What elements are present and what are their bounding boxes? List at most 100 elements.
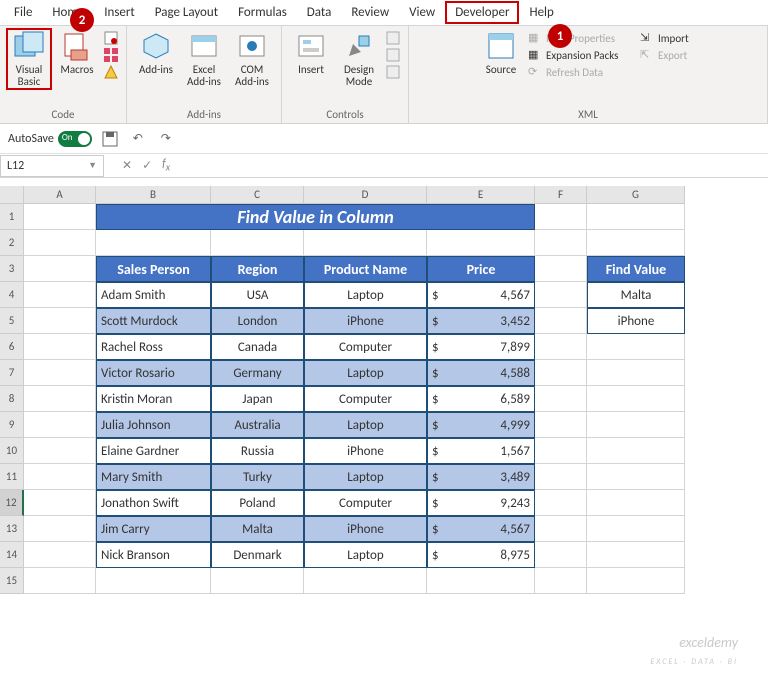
visual-basic-button[interactable]: Visual Basic: [6, 28, 52, 90]
relative-refs-button[interactable]: [102, 47, 120, 63]
cell[interactable]: [24, 438, 96, 464]
cell[interactable]: [24, 256, 96, 282]
table-cell[interactable]: $3,489: [427, 464, 535, 490]
col-header[interactable]: E: [427, 186, 535, 204]
export-button[interactable]: ⇱Export: [638, 47, 698, 63]
cell[interactable]: [24, 464, 96, 490]
row-header[interactable]: 2: [0, 230, 24, 256]
find-header[interactable]: Find Value: [587, 256, 685, 282]
table-cell[interactable]: iPhone: [304, 516, 427, 542]
select-all[interactable]: [0, 186, 24, 204]
cell[interactable]: [211, 568, 304, 594]
table-cell[interactable]: Malta: [211, 516, 304, 542]
find-value[interactable]: Malta: [587, 282, 685, 308]
menu-view[interactable]: View: [399, 1, 445, 24]
table-cell[interactable]: $6,589: [427, 386, 535, 412]
run-dialog-button[interactable]: [384, 64, 402, 80]
cell[interactable]: [535, 464, 587, 490]
addins-button[interactable]: Add-ins: [133, 28, 179, 78]
table-cell[interactable]: Mary Smith: [96, 464, 211, 490]
cancel-formula-button[interactable]: ✕: [122, 158, 132, 173]
cell[interactable]: [211, 230, 304, 256]
row-header[interactable]: 4: [0, 282, 24, 308]
menu-insert[interactable]: Insert: [94, 1, 145, 24]
grid[interactable]: ABCDEFGFind Value in ColumnSales PersonR…: [24, 186, 685, 594]
table-cell[interactable]: Denmark: [211, 542, 304, 568]
table-cell[interactable]: $4,567: [427, 516, 535, 542]
fx-button[interactable]: fx: [162, 157, 170, 173]
table-cell[interactable]: Laptop: [304, 360, 427, 386]
table-cell[interactable]: $4,567: [427, 282, 535, 308]
table-cell[interactable]: Kristin Moran: [96, 386, 211, 412]
cell[interactable]: [535, 282, 587, 308]
menu-file[interactable]: File: [4, 1, 42, 24]
cell[interactable]: [587, 230, 685, 256]
table-cell[interactable]: $1,567: [427, 438, 535, 464]
name-box[interactable]: L12▼: [0, 155, 104, 177]
cell[interactable]: [587, 464, 685, 490]
cell[interactable]: [535, 516, 587, 542]
row-header[interactable]: 8: [0, 386, 24, 412]
menu-page-layout[interactable]: Page Layout: [145, 1, 228, 24]
row-header[interactable]: 14: [0, 542, 24, 568]
insert-control-button[interactable]: Insert: [288, 28, 334, 78]
cell[interactable]: [24, 230, 96, 256]
row-header[interactable]: 11: [0, 464, 24, 490]
cell[interactable]: [587, 542, 685, 568]
table-cell[interactable]: Canada: [211, 334, 304, 360]
view-code-button[interactable]: [384, 47, 402, 63]
table-cell[interactable]: $8,975: [427, 542, 535, 568]
cell[interactable]: [587, 412, 685, 438]
cell[interactable]: [96, 230, 211, 256]
menu-formulas[interactable]: Formulas: [228, 1, 297, 24]
table-cell[interactable]: London: [211, 308, 304, 334]
cell[interactable]: [535, 542, 587, 568]
cell[interactable]: [24, 516, 96, 542]
record-macro-button[interactable]: [102, 30, 120, 46]
col-header[interactable]: D: [304, 186, 427, 204]
row-header[interactable]: 9: [0, 412, 24, 438]
table-cell[interactable]: Jim Carry: [96, 516, 211, 542]
col-header[interactable]: A: [24, 186, 96, 204]
table-cell[interactable]: iPhone: [304, 308, 427, 334]
title-cell[interactable]: Find Value in Column: [96, 204, 535, 230]
design-mode-button[interactable]: Design Mode: [336, 28, 382, 90]
import-button[interactable]: ⇲Import: [638, 30, 698, 46]
table-header[interactable]: Product Name: [304, 256, 427, 282]
row-header[interactable]: 5: [0, 308, 24, 334]
cell[interactable]: [24, 204, 96, 230]
cell[interactable]: [535, 438, 587, 464]
table-cell[interactable]: $4,588: [427, 360, 535, 386]
cell[interactable]: [587, 204, 685, 230]
table-cell[interactable]: Scott Murdock: [96, 308, 211, 334]
cell[interactable]: [587, 490, 685, 516]
cell[interactable]: [427, 568, 535, 594]
redo-button[interactable]: ↷: [156, 129, 176, 149]
cell[interactable]: [304, 230, 427, 256]
table-cell[interactable]: Victor Rosario: [96, 360, 211, 386]
table-header[interactable]: Region: [211, 256, 304, 282]
menu-developer[interactable]: Developer: [445, 1, 519, 24]
refresh-data-button[interactable]: ⟳Refresh Data: [526, 64, 636, 80]
col-header[interactable]: G: [587, 186, 685, 204]
map-properties-button[interactable]: ▦Map Properties: [526, 30, 636, 46]
menu-review[interactable]: Review: [341, 1, 399, 24]
cell[interactable]: [535, 360, 587, 386]
table-cell[interactable]: Elaine Gardner: [96, 438, 211, 464]
macro-security-button[interactable]: [102, 64, 120, 80]
cell[interactable]: [535, 490, 587, 516]
row-header[interactable]: 15: [0, 568, 24, 594]
cell[interactable]: [535, 334, 587, 360]
row-header[interactable]: 12: [0, 490, 24, 516]
menu-help[interactable]: Help: [519, 1, 563, 24]
table-cell[interactable]: Australia: [211, 412, 304, 438]
cell[interactable]: [587, 516, 685, 542]
find-value[interactable]: iPhone: [587, 308, 685, 334]
table-cell[interactable]: Computer: [304, 334, 427, 360]
row-header[interactable]: 7: [0, 360, 24, 386]
col-header[interactable]: F: [535, 186, 587, 204]
table-cell[interactable]: iPhone: [304, 438, 427, 464]
cell[interactable]: [587, 360, 685, 386]
row-header[interactable]: 13: [0, 516, 24, 542]
save-button[interactable]: [100, 129, 120, 149]
